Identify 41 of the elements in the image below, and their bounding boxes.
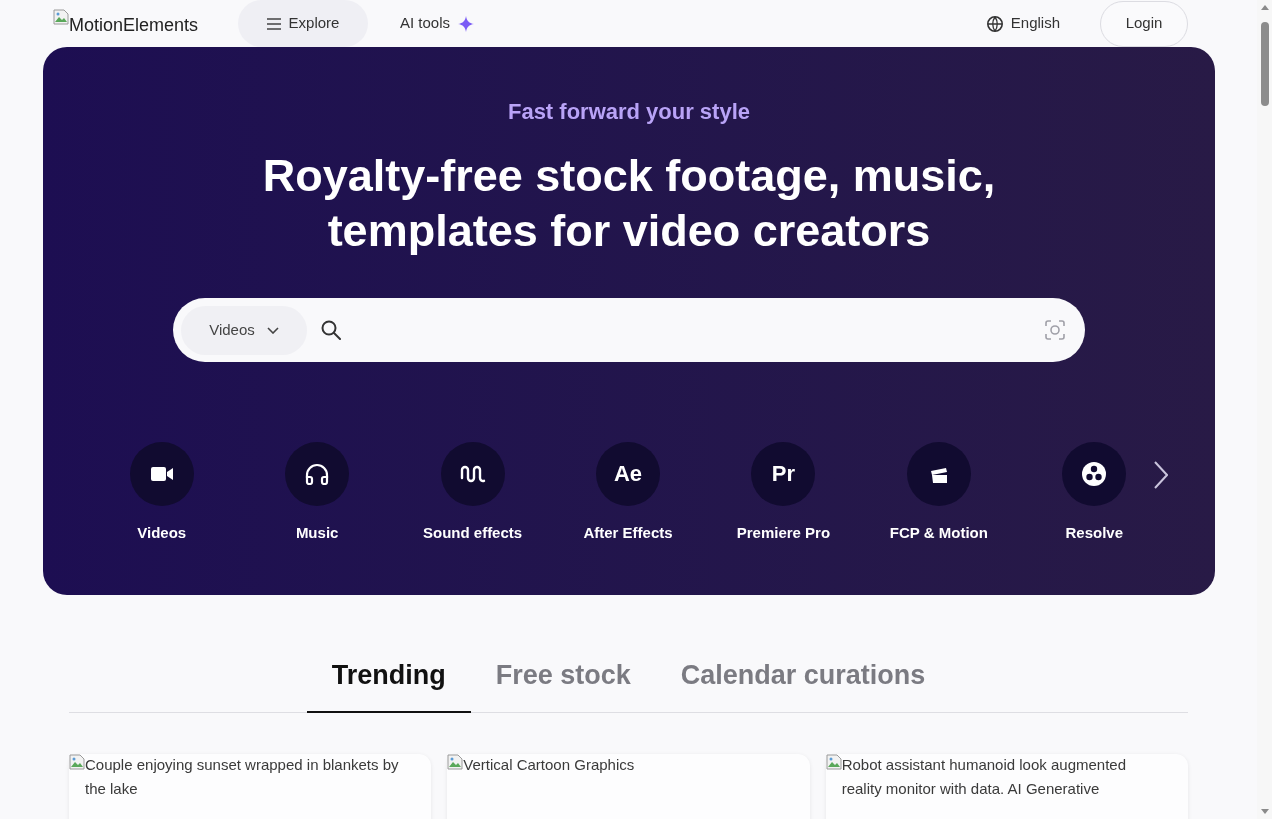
media-card[interactable]: Vertical Cartoon Graphics — [447, 754, 810, 819]
explore-menu-button[interactable]: Explore — [238, 0, 368, 47]
logo-link[interactable]: MotionElements — [53, 0, 238, 39]
media-card[interactable]: Couple enjoying sunset wrapped in blankets by the lake — [69, 754, 432, 819]
chevron-down-icon — [266, 326, 279, 334]
media-card[interactable]: Robot assistant humanoid look augmented reality monitor with data. AI Generative — [825, 754, 1188, 819]
tagline: Fast forward your style — [507, 98, 751, 126]
image-scan-icon[interactable] — [1045, 320, 1065, 340]
login-button[interactable]: Login — [1100, 0, 1188, 47]
monogram-badge: Pr — [751, 442, 816, 506]
category-link[interactable]: Resolve — [1016, 442, 1172, 543]
category-link[interactable]: Pr Premiere Pro — [705, 442, 862, 543]
broken-image-icon — [825, 754, 842, 770]
tab[interactable]: Calendar curations — [655, 639, 951, 713]
category-link[interactable]: FCP & Motion — [861, 442, 1017, 543]
scroll-down-icon[interactable] — [1260, 809, 1269, 814]
scrollbar-thumb[interactable] — [1260, 22, 1269, 106]
language-button[interactable]: English — [986, 12, 1060, 35]
chevron-right-icon[interactable] — [1154, 461, 1168, 489]
headline: Royalty-free stock footage, music, templates for video creators — [262, 149, 996, 258]
image-alt-text: Vertical Cartoon Graphics — [463, 755, 636, 775]
nav-link[interactable]: AI tools — [400, 0, 475, 47]
monogram-badge: Ae — [596, 442, 660, 506]
category-link[interactable]: Ae After Effects — [550, 442, 706, 543]
category-dropdown[interactable]: Videos — [181, 305, 307, 355]
category-link[interactable]: Sound effects — [394, 442, 551, 543]
menu-icon — [266, 17, 281, 30]
broken-image-icon — [53, 9, 69, 25]
search-field[interactable]: Videos — [173, 298, 1085, 362]
category-link[interactable]: Music — [239, 442, 395, 543]
scroll-up-icon[interactable] — [1260, 5, 1269, 10]
category-link[interactable]: Videos — [84, 442, 240, 543]
broken-image-icon — [69, 754, 85, 770]
sparkle-icon — [458, 15, 475, 32]
tab[interactable]: Trending — [306, 639, 471, 713]
broken-image-icon — [447, 754, 464, 770]
search-icon — [321, 320, 341, 340]
globe-icon — [986, 15, 1003, 32]
image-alt-text: Robot assistant humanoid look augmented reality monitor with data. AI Generative — [841, 755, 1127, 799]
image-alt-text: Couple enjoying sunset wrapped in blankets by the lake — [85, 755, 400, 799]
tab[interactable]: Free stock — [470, 639, 656, 713]
